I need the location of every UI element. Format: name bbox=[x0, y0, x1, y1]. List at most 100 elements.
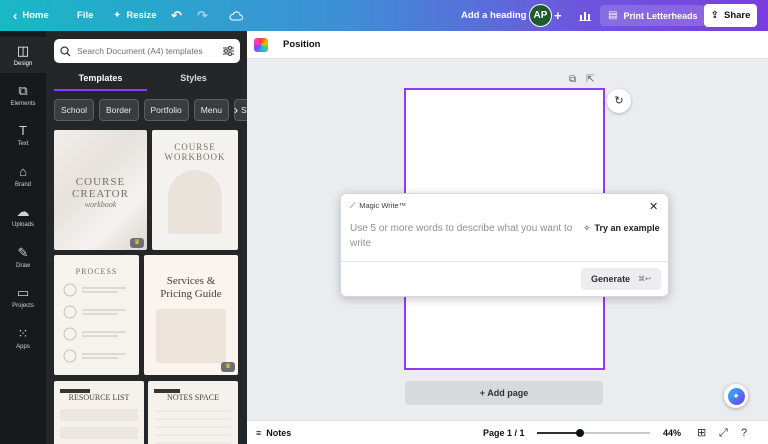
template-card[interactable]: COURSE WORKBOOK bbox=[152, 130, 238, 250]
filter-icon[interactable] bbox=[223, 46, 234, 56]
zoom-slider-handle[interactable] bbox=[575, 429, 584, 437]
print-letterheads-button[interactable]: ▤ Print Letterheads bbox=[600, 5, 706, 26]
template-text: COURSE bbox=[174, 142, 216, 152]
notes-icon: ≡ bbox=[256, 428, 262, 438]
rail-item-design[interactable]: ◫ Design bbox=[0, 37, 46, 73]
rail-item-text[interactable]: T Text bbox=[0, 117, 46, 153]
color-picker-icon[interactable] bbox=[254, 38, 268, 52]
cloud-save-status[interactable] bbox=[229, 0, 243, 31]
file-menu-button[interactable]: File bbox=[77, 0, 93, 31]
generate-label: Generate bbox=[591, 274, 631, 284]
template-card[interactable]: RESOURCE LIST bbox=[54, 381, 144, 444]
grid-view-icon[interactable]: ⊞ bbox=[697, 421, 706, 444]
duplicate-page-icon[interactable]: ⧉ bbox=[569, 74, 576, 85]
help-icon[interactable]: ? bbox=[741, 421, 747, 444]
rail-label: Text bbox=[17, 140, 29, 147]
magic-wand-icon: ⟋ bbox=[350, 201, 356, 210]
add-page-button[interactable]: + Add page bbox=[405, 381, 603, 405]
tab-styles[interactable]: Styles bbox=[147, 69, 240, 91]
zoom-slider[interactable] bbox=[537, 429, 650, 437]
chip-border[interactable]: Border bbox=[99, 99, 139, 121]
close-button[interactable]: ✕ bbox=[649, 200, 658, 213]
template-text: workbook bbox=[84, 200, 117, 209]
template-image bbox=[156, 309, 226, 363]
sparkle-icon: ✦ bbox=[727, 387, 745, 405]
chip-school[interactable]: School bbox=[54, 99, 94, 121]
undo-icon: ↶ bbox=[171, 8, 182, 23]
crown-icon: ♛ bbox=[221, 362, 235, 372]
brand-icon: ⌂ bbox=[19, 163, 27, 179]
chevron-right-icon: › bbox=[234, 103, 238, 117]
template-card[interactable]: Services & Pricing Guide ♛ bbox=[144, 255, 238, 375]
position-button[interactable]: Position bbox=[283, 31, 320, 59]
rail-item-draw[interactable]: ✎ Draw bbox=[0, 239, 46, 275]
magic-write-title: ⟋ Magic Write™ bbox=[350, 201, 406, 211]
try-example-button[interactable]: ✧ Try an example bbox=[583, 223, 660, 234]
resize-label: Resize bbox=[126, 10, 157, 21]
redo-button[interactable]: ↷ bbox=[197, 0, 208, 31]
notes-button[interactable]: ≡ Notes bbox=[256, 421, 291, 444]
template-card[interactable]: PROCESS bbox=[54, 255, 139, 375]
rail-label: Design bbox=[13, 60, 33, 67]
file-label: File bbox=[77, 10, 94, 21]
add-page-icon[interactable]: ⇱ bbox=[586, 74, 594, 85]
search-input[interactable]: Search Document (A4) templates bbox=[77, 46, 217, 56]
uploads-icon: ☁ bbox=[16, 203, 30, 219]
add-collaborator-button[interactable]: + bbox=[554, 0, 562, 31]
rail-label: Uploads bbox=[11, 221, 34, 228]
rail-label: Draw bbox=[15, 262, 30, 269]
home-label: Home bbox=[22, 10, 49, 21]
bottom-bar: ≡ Notes Page 1 / 1 44% ⊞ ⤢ ? bbox=[247, 420, 768, 444]
text-icon: T bbox=[19, 122, 27, 138]
refresh-button[interactable]: ↻ bbox=[607, 89, 631, 113]
rail-label: Projects bbox=[12, 302, 34, 309]
share-button[interactable]: ⇪ Share bbox=[704, 4, 757, 27]
rail-item-brand[interactable]: ⌂ Brand bbox=[0, 158, 46, 194]
magic-write-title-text: Magic Write™ bbox=[359, 201, 407, 210]
print-icon: ▤ bbox=[608, 9, 618, 21]
template-text: WORKBOOK bbox=[164, 152, 226, 162]
template-text: Pricing Guide bbox=[160, 288, 222, 300]
plus-icon: + bbox=[554, 8, 562, 23]
panel-tabs: Templates Styles bbox=[54, 69, 240, 91]
tab-templates[interactable]: Templates bbox=[54, 69, 147, 91]
chip-portfolio[interactable]: Portfolio bbox=[143, 99, 189, 121]
projects-icon: ▭ bbox=[16, 284, 30, 300]
template-search[interactable]: Search Document (A4) templates bbox=[54, 39, 240, 63]
avatar[interactable]: AP bbox=[529, 4, 552, 27]
document-title[interactable]: Add a heading bbox=[461, 0, 526, 31]
insights-button[interactable] bbox=[579, 0, 591, 31]
resize-button[interactable]: ✦ Resize bbox=[113, 0, 157, 31]
chevron-left-icon: ‹ bbox=[13, 8, 18, 23]
document-title-text: Add a heading bbox=[461, 10, 527, 21]
template-text: COURSE bbox=[75, 176, 126, 188]
chip-menu[interactable]: Menu bbox=[193, 99, 229, 121]
template-text: RESOURCE LIST bbox=[68, 393, 130, 402]
magic-write-popup: ⟋ Magic Write™ ✕ Use 5 or more words to … bbox=[340, 193, 669, 297]
rail-item-elements[interactable]: ⧉ Elements bbox=[0, 77, 46, 113]
rail-item-uploads[interactable]: ☁ Uploads bbox=[0, 198, 46, 234]
crown-icon: ♛ bbox=[130, 238, 144, 248]
undo-button[interactable]: ↶ bbox=[171, 0, 182, 31]
template-card[interactable]: NOTES SPACE bbox=[148, 381, 238, 444]
design-icon: ◫ bbox=[16, 42, 30, 58]
rail-label: Brand bbox=[14, 181, 31, 188]
cloud-icon bbox=[229, 10, 243, 21]
rail-item-projects[interactable]: ▭ Projects bbox=[0, 279, 46, 315]
generate-button[interactable]: Generate ⌘↩ bbox=[581, 268, 661, 290]
refresh-icon: ↻ bbox=[614, 95, 624, 107]
template-card[interactable]: COURSE CREATOR workbook ♛ bbox=[54, 130, 147, 250]
avatar-initials: AP bbox=[533, 10, 548, 21]
templates-panel: Search Document (A4) templates Templates… bbox=[46, 31, 247, 444]
rail-item-apps[interactable]: ⁙ Apps bbox=[0, 320, 46, 356]
fullscreen-icon[interactable]: ⤢ bbox=[719, 421, 728, 444]
page-counter[interactable]: Page 1 / 1 bbox=[483, 421, 525, 444]
generate-shortcut: ⌘↩ bbox=[638, 276, 651, 283]
home-button[interactable]: ‹ Home bbox=[13, 0, 49, 31]
magic-write-input[interactable]: Use 5 or more words to describe what you… bbox=[350, 221, 575, 251]
magic-assistant-button[interactable]: ✦ bbox=[724, 384, 748, 408]
template-text: Services & bbox=[166, 275, 216, 287]
notes-lines-graphic bbox=[156, 410, 230, 444]
zoom-value[interactable]: 44% bbox=[663, 421, 681, 444]
chips-next-button[interactable]: › bbox=[229, 99, 243, 121]
